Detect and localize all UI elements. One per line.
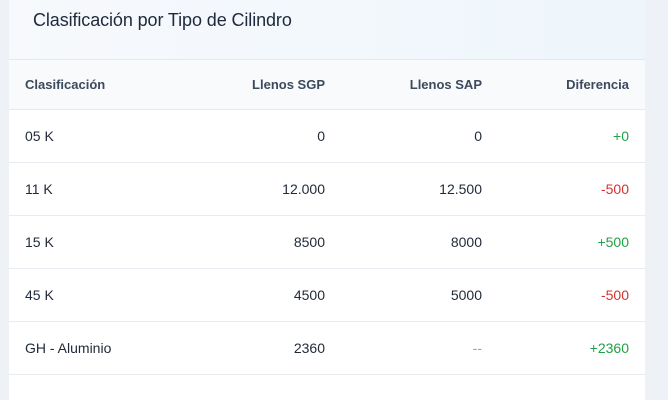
cell-llenos-sap: 8000 bbox=[450, 233, 482, 250]
table-row: GH - Aluminio 2360 -- +2360 bbox=[9, 321, 645, 374]
column-header-llenos-sap: Llenos SAP bbox=[409, 76, 482, 92]
table-body: 05 K 0 0 +0 11 K 12.000 12.500 -500 15 K… bbox=[9, 109, 645, 374]
column-header-diferencia: Diferencia bbox=[566, 76, 629, 92]
cell-clasificacion: 11 K bbox=[25, 180, 53, 197]
card-title: Clasificación por Tipo de Cilindro bbox=[33, 10, 292, 30]
cell-clasificacion: 45 K bbox=[25, 286, 54, 303]
cell-llenos-sgp: 0 bbox=[317, 127, 325, 144]
classification-card: Clasificación por Tipo de Cilindro Clasi… bbox=[9, 0, 645, 400]
classification-table: Clasificación Llenos SGP Llenos SAP Dife… bbox=[9, 60, 645, 375]
cell-diferencia: -500 bbox=[600, 286, 629, 303]
table-row: 05 K 0 0 +0 bbox=[9, 109, 645, 162]
column-header-llenos-sgp: Llenos SGP bbox=[252, 76, 325, 92]
cell-clasificacion: GH - Aluminio bbox=[25, 339, 112, 356]
table-header-row: Clasificación Llenos SGP Llenos SAP Dife… bbox=[9, 60, 645, 109]
cell-llenos-sgp: 8500 bbox=[293, 233, 325, 250]
cell-diferencia: +2360 bbox=[589, 339, 629, 356]
cell-clasificacion: 05 K bbox=[25, 127, 54, 144]
cell-llenos-sap: 5000 bbox=[450, 286, 482, 303]
cell-llenos-sgp: 2360 bbox=[293, 339, 325, 356]
cell-diferencia: +500 bbox=[597, 233, 629, 250]
cell-llenos-sap: -- bbox=[472, 339, 482, 356]
column-header-clasificacion: Clasificación bbox=[25, 76, 106, 92]
cell-llenos-sgp: 4500 bbox=[293, 286, 325, 303]
table-row: 11 K 12.000 12.500 -500 bbox=[9, 162, 645, 215]
cell-diferencia: -500 bbox=[600, 180, 629, 197]
cell-clasificacion: 15 K bbox=[25, 233, 54, 250]
cell-diferencia: +0 bbox=[613, 127, 629, 144]
table-row: 45 K 4500 5000 -500 bbox=[9, 268, 645, 321]
table-header: Clasificación Llenos SGP Llenos SAP Dife… bbox=[9, 60, 645, 109]
cell-llenos-sgp: 12.000 bbox=[282, 180, 325, 197]
cell-llenos-sap: 0 bbox=[474, 127, 482, 144]
cell-llenos-sap: 12.500 bbox=[439, 180, 482, 197]
card-header: Clasificación por Tipo de Cilindro bbox=[9, 0, 645, 60]
table-row: 15 K 8500 8000 +500 bbox=[9, 215, 645, 268]
